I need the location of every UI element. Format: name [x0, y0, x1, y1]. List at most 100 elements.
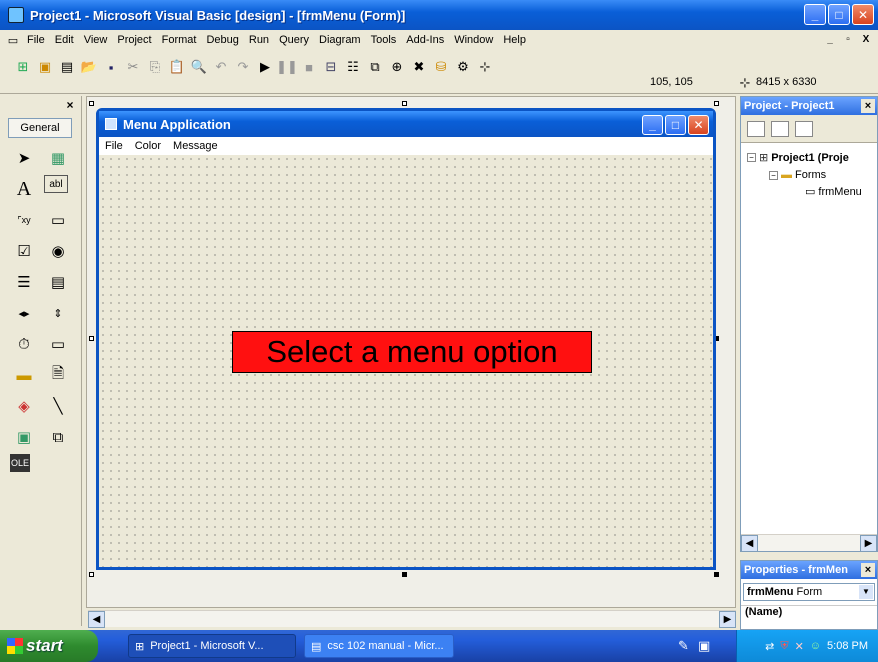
toolbox-icon[interactable]: ✖ [410, 58, 428, 76]
toolbox-general-tab[interactable]: General [8, 118, 72, 138]
textbox-icon[interactable]: abl [44, 175, 68, 193]
copy-icon[interactable]: ⎘ [146, 58, 164, 76]
save-icon[interactable]: ▪ [102, 58, 120, 76]
vscrollbar-icon[interactable]: ⇕ [44, 299, 72, 327]
form-doc-icon[interactable]: ▭ [4, 31, 22, 49]
pointer-icon[interactable]: ➤ [10, 144, 38, 172]
project-hscrollbar[interactable]: ◀ ▶ [741, 534, 877, 552]
menu-window[interactable]: Window [449, 34, 498, 46]
menu-addins[interactable]: Add-Ins [401, 34, 449, 46]
dirlistbox-icon[interactable]: ▬ [10, 361, 38, 389]
menu-debug[interactable]: Debug [201, 34, 243, 46]
component-manager-icon[interactable]: ⚙ [454, 58, 472, 76]
menu-project[interactable]: Project [112, 34, 156, 46]
menu-editor-icon[interactable]: ▤ [58, 58, 76, 76]
start-icon[interactable]: ▶ [256, 58, 274, 76]
filelistbox-icon[interactable]: 🗎 [44, 361, 72, 389]
combobox-icon[interactable]: ☰ [10, 268, 38, 296]
label-icon[interactable]: A [10, 175, 38, 203]
drivelistbox-icon[interactable]: ▭ [44, 330, 72, 358]
form-minimize-button[interactable]: _ [642, 115, 663, 135]
form-titlebar[interactable]: Menu Application [99, 111, 713, 137]
chevron-down-icon[interactable]: ▼ [859, 585, 873, 599]
menu-view[interactable]: View [79, 34, 113, 46]
find-icon[interactable]: 🔍 [190, 58, 208, 76]
properties-first-row[interactable]: (Name) [741, 605, 877, 618]
form-layout-icon[interactable]: ⧉ [366, 58, 384, 76]
frame-icon[interactable]: ⌜xy [10, 206, 38, 234]
toggle-folders-icon[interactable] [795, 120, 813, 137]
minimize-button[interactable]: _ [804, 4, 826, 25]
edit-pencil-icon[interactable]: ✎ [678, 638, 689, 654]
project-scroll-right-button[interactable]: ▶ [860, 535, 877, 552]
end-icon[interactable]: ■ [300, 58, 318, 76]
antivirus-icon[interactable]: ✕ [795, 640, 804, 653]
menu-format[interactable]: Format [157, 34, 202, 46]
designer-hscrollbar[interactable]: ◀ ▶ [88, 610, 736, 628]
project-node[interactable]: Project1 (Proje [771, 152, 849, 164]
menu-query[interactable]: Query [274, 34, 314, 46]
timer-icon[interactable]: ⏱ [10, 330, 38, 358]
menu-file[interactable]: File [22, 34, 50, 46]
close-button[interactable]: ✕ [852, 4, 874, 25]
quicklaunch-icon[interactable]: ▣ [698, 638, 710, 654]
object-selector[interactable]: frmMenu Form ▼ [743, 583, 875, 601]
line-icon[interactable]: ╲ [44, 392, 72, 420]
picturebox-icon[interactable]: ▦ [44, 144, 72, 172]
taskbar-item-vb[interactable]: ⊞ Project1 - Microsoft V... [128, 634, 296, 658]
resize-handle-tl[interactable] [89, 101, 94, 106]
security-icon[interactable]: ⛨ [780, 640, 788, 653]
image-icon[interactable]: ▣ [10, 423, 38, 451]
resize-handle-ml[interactable] [89, 336, 94, 341]
add-project-icon[interactable]: ⊞ [14, 58, 32, 76]
scroll-right-button[interactable]: ▶ [719, 611, 736, 628]
resize-handle-tm[interactable] [402, 101, 407, 106]
forms-expander-icon[interactable]: − [769, 170, 778, 180]
network-icon[interactable]: ⇄ [765, 640, 774, 653]
project-scroll-left-button[interactable]: ◀ [741, 535, 758, 552]
start-button[interactable]: start [0, 630, 98, 662]
properties-window-icon[interactable]: ☷ [344, 58, 362, 76]
form-menu-file[interactable]: File [105, 140, 123, 152]
form-menu-message[interactable]: Message [173, 140, 218, 152]
toolbox-close-button[interactable]: × [63, 98, 77, 112]
frmmenu-node[interactable]: frmMenu [818, 186, 861, 198]
mdi-restore-button[interactable]: ▫ [840, 32, 856, 47]
data-icon[interactable]: ⧉ [44, 423, 72, 451]
forms-folder-node[interactable]: Forms [795, 169, 826, 181]
window-titlebar[interactable]: Project1 - Microsoft Visual Basic [desig… [0, 0, 878, 30]
data-view-icon[interactable]: ⛁ [432, 58, 450, 76]
form-close-button[interactable]: ✕ [688, 115, 709, 135]
undo-icon[interactable]: ↶ [212, 58, 230, 76]
resize-handle-br[interactable] [714, 572, 719, 577]
optionbutton-icon[interactable]: ◉ [44, 237, 72, 265]
form-menu-color[interactable]: Color [135, 140, 161, 152]
properties-close-button[interactable]: × [861, 563, 875, 577]
paste-icon[interactable]: 📋 [168, 58, 186, 76]
view-code-icon[interactable] [747, 120, 765, 137]
mdi-minimize-button[interactable]: _ [822, 32, 838, 47]
cut-icon[interactable]: ✂ [124, 58, 142, 76]
resize-handle-bl[interactable] [89, 572, 94, 577]
open-icon[interactable]: 📂 [80, 58, 98, 76]
scroll-left-button[interactable]: ◀ [88, 611, 105, 628]
project-expander-icon[interactable]: − [747, 153, 756, 162]
object-browser-icon[interactable]: ⊕ [388, 58, 406, 76]
project-explorer-icon[interactable]: ⊟ [322, 58, 340, 76]
hscrollbar-icon[interactable]: ◂▸ [10, 299, 38, 327]
redo-icon[interactable]: ↷ [234, 58, 252, 76]
form-window[interactable]: Menu Application _ □ ✕ File Color Messag… [96, 108, 716, 570]
menu-run[interactable]: Run [244, 34, 274, 46]
form-maximize-button[interactable]: □ [665, 115, 686, 135]
add-form-icon[interactable]: ▣ [36, 58, 54, 76]
menu-help[interactable]: Help [498, 34, 531, 46]
checkbox-icon[interactable]: ☑ [10, 237, 38, 265]
menu-diagram[interactable]: Diagram [314, 34, 366, 46]
mdi-close-button[interactable]: X [858, 32, 874, 47]
resize-handle-bm[interactable] [402, 572, 407, 577]
shape-icon[interactable]: ◈ [10, 392, 38, 420]
clock[interactable]: 5:08 PM [827, 640, 868, 652]
maximize-button[interactable]: □ [828, 4, 850, 25]
message-label[interactable]: Select a menu option [232, 331, 592, 373]
view-object-icon[interactable] [771, 120, 789, 137]
